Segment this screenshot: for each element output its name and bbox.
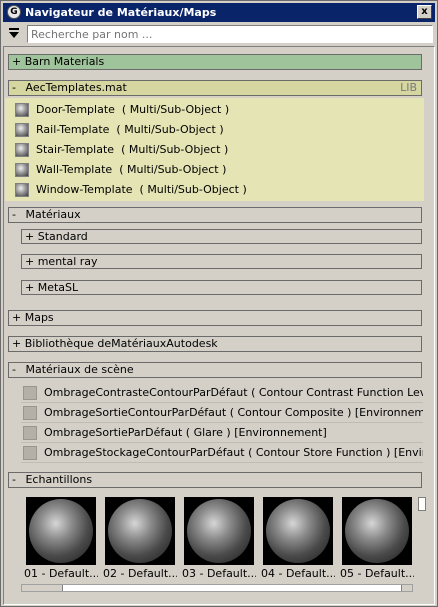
- scene-material-row[interactable]: OmbrageSortieContourParDéfaut ( Contour …: [21, 403, 423, 423]
- sample-label: 04 - Default...: [261, 567, 335, 580]
- sample-slot-04[interactable]: 04 - Default...: [261, 495, 335, 581]
- group-materiaux[interactable]: - Matériaux: [8, 207, 422, 223]
- material-row-window-template[interactable]: Window-Template ( Multi/Sub-Object ): [13, 180, 423, 200]
- material-sphere-icon: [15, 163, 29, 177]
- material-name: Rail-Template ( Multi/Sub-Object ): [36, 123, 224, 136]
- material-row-stair-template[interactable]: Stair-Template ( Multi/Sub-Object ): [13, 140, 423, 160]
- sample-sphere-preview: [187, 499, 251, 563]
- subgroup-mental-ray[interactable]: + mental ray: [21, 254, 422, 269]
- collapse-toggle[interactable]: -: [12, 473, 16, 486]
- samples-vertical-scrollbar[interactable]: [418, 495, 426, 583]
- material-sphere-icon: [15, 103, 29, 117]
- group-scene-materials[interactable]: - Matériaux de scène: [8, 362, 422, 378]
- material-sphere-icon: [15, 123, 29, 137]
- close-button[interactable]: x: [417, 5, 432, 19]
- subgroup-metasl[interactable]: + MetaSL: [21, 280, 422, 295]
- scrollbar-thumb[interactable]: [418, 497, 426, 511]
- sample-label: 05 - Default...: [340, 567, 414, 580]
- group-label: Echantillons: [25, 473, 93, 486]
- sample-sphere-preview: [345, 499, 409, 563]
- sample-sphere-preview: [29, 499, 93, 563]
- subgroup-standard[interactable]: + Standard: [21, 229, 422, 244]
- scrollbar-thumb[interactable]: [62, 585, 402, 591]
- sample-slot-01[interactable]: 01 - Default...: [24, 495, 98, 581]
- window-title: Navigateur de Matériaux/Maps: [25, 6, 217, 19]
- sample-sphere-preview: [108, 499, 172, 563]
- group-label: Matériaux: [25, 208, 81, 221]
- group-autodesk-library[interactable]: + Bibliothèque deMatériauxAutodesk: [8, 336, 422, 352]
- group-label: Maps: [24, 311, 54, 324]
- material-name: Wall-Template ( Multi/Sub-Object ): [36, 163, 227, 176]
- sample-slot-03[interactable]: 03 - Default...: [182, 495, 256, 581]
- material-swatch-icon: [23, 406, 37, 420]
- group-aectemplates-library[interactable]: - AecTemplates.mat LIB: [8, 80, 422, 96]
- material-map-browser-window: G Navigateur de Matériaux/Maps x + Barn …: [0, 0, 438, 607]
- search-bar: [3, 24, 435, 44]
- group-label: AecTemplates.mat: [25, 81, 127, 94]
- material-swatch-icon: [23, 426, 37, 440]
- sample-label: 03 - Default...: [182, 567, 256, 580]
- expand-toggle[interactable]: +: [12, 55, 21, 68]
- material-sphere-icon: [15, 183, 29, 197]
- sample-label: 01 - Default...: [24, 567, 98, 580]
- library-tag: LIB: [400, 81, 417, 94]
- samples-horizontal-scrollbar[interactable]: [21, 584, 413, 592]
- app-icon: G: [7, 5, 21, 19]
- options-menu-icon[interactable]: [7, 27, 21, 41]
- sample-slot-05[interactable]: 05 - Default...: [340, 495, 414, 581]
- browser-content: + Barn Materials - AecTemplates.mat LIB …: [3, 46, 435, 605]
- collapse-toggle[interactable]: -: [12, 363, 16, 376]
- material-name: Window-Template ( Multi/Sub-Object ): [36, 183, 247, 196]
- group-label: Bibliothèque deMatériauxAutodesk: [24, 337, 218, 350]
- material-sphere-icon: [15, 143, 29, 157]
- sample-slot-02[interactable]: 02 - Default...: [103, 495, 177, 581]
- sample-sphere-preview: [266, 499, 330, 563]
- material-swatch-icon: [23, 446, 37, 460]
- material-name: Door-Template ( Multi/Sub-Object ): [36, 103, 230, 116]
- material-swatch-icon: [23, 386, 37, 400]
- library-items: Door-Template ( Multi/Sub-Object ) Rail-…: [5, 98, 424, 201]
- material-row-wall-template[interactable]: Wall-Template ( Multi/Sub-Object ): [13, 160, 423, 180]
- group-barn-materials[interactable]: + Barn Materials: [8, 54, 422, 70]
- material-row-rail-template[interactable]: Rail-Template ( Multi/Sub-Object ): [13, 120, 423, 140]
- group-maps[interactable]: + Maps: [8, 310, 422, 326]
- scene-material-row[interactable]: OmbrageContrasteContourParDéfaut ( Conto…: [21, 383, 423, 403]
- material-name: Stair-Template ( Multi/Sub-Object ): [36, 143, 229, 156]
- collapse-toggle[interactable]: -: [12, 208, 16, 221]
- material-row-door-template[interactable]: Door-Template ( Multi/Sub-Object ): [13, 100, 423, 120]
- sample-label: 02 - Default...: [103, 567, 177, 580]
- search-input[interactable]: [27, 25, 433, 43]
- scene-material-row[interactable]: OmbrageSortieParDéfaut ( Glare ) [Enviro…: [21, 423, 423, 443]
- group-label: Matériaux de scène: [25, 363, 134, 376]
- scene-material-row[interactable]: OmbrageStockageContourParDéfaut ( Contou…: [21, 443, 423, 463]
- group-label: Barn Materials: [24, 55, 105, 68]
- group-echantillons[interactable]: - Echantillons: [8, 472, 422, 488]
- title-bar[interactable]: G Navigateur de Matériaux/Maps x: [3, 3, 435, 22]
- collapse-toggle[interactable]: -: [12, 81, 16, 94]
